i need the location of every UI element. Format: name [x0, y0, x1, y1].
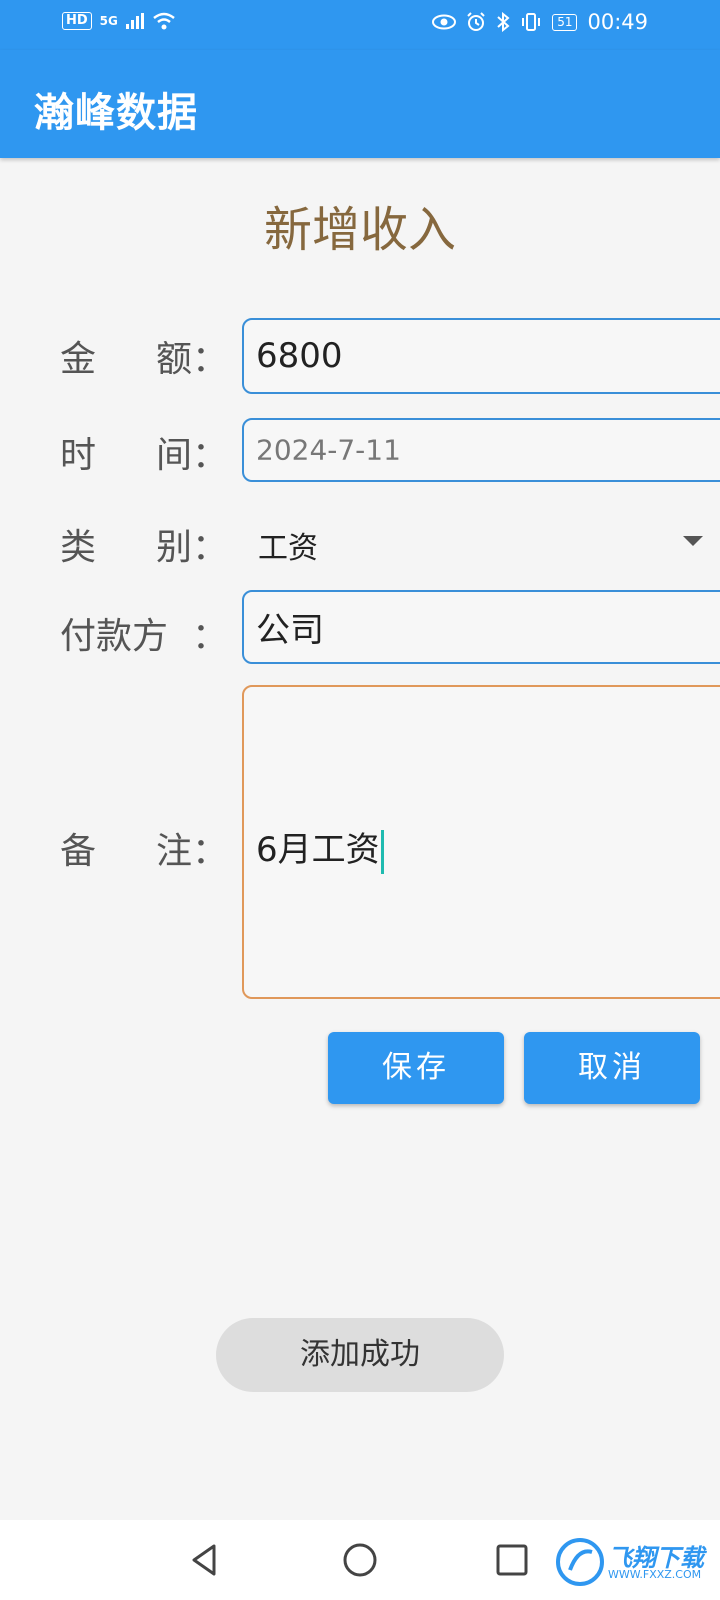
memo-value-wrap: 6月工资 [256, 822, 384, 874]
date-field[interactable]: 2024-7-11 [242, 418, 720, 482]
payer-label: 付款方 ： [60, 607, 228, 659]
app-title: 瀚峰数据 [34, 90, 198, 136]
payer-label-left: 付款方 [60, 616, 169, 657]
date-label-left: 时 [60, 435, 97, 476]
home-icon[interactable] [340, 1540, 380, 1580]
amount-field[interactable]: 6800 [242, 318, 720, 394]
amount-label: 金 额： [60, 330, 228, 382]
wifi-icon [153, 12, 175, 30]
page-title: 新增收入 [263, 202, 456, 258]
cancel-button[interactable]: 取消 [524, 1032, 700, 1104]
save-button[interactable]: 保存 [328, 1032, 504, 1104]
payer-field[interactable]: 公司 [242, 590, 720, 664]
payer-value: 公司 [256, 610, 324, 651]
back-icon[interactable] [186, 1540, 226, 1580]
signal-bars-icon [125, 13, 144, 29]
category-select[interactable]: 工资 [242, 505, 712, 575]
alarm-icon [467, 12, 485, 31]
amount-label-right: 额： [155, 339, 228, 380]
status-bar: HD 5G 51 00:49 [0, 0, 720, 50]
vibrate-icon [522, 13, 541, 31]
clock: 00:49 [587, 10, 648, 34]
bluetooth-icon [497, 12, 510, 32]
date-label: 时 间： [60, 426, 228, 478]
memo-textarea[interactable]: 6月工资 [242, 685, 720, 999]
category-label-left: 类 [60, 527, 97, 568]
text-cursor [380, 829, 384, 874]
date-label-right: 间： [155, 435, 228, 476]
amount-value: 6800 [256, 336, 343, 376]
amount-label-left: 金 [60, 339, 97, 380]
category-value: 工资 [258, 531, 318, 566]
status-right: 51 00:49 [432, 10, 648, 34]
toast-message: 添加成功 [216, 1318, 504, 1392]
category-label: 类 别： [60, 518, 228, 570]
watermark-logo-icon [556, 1538, 604, 1586]
signal-strength-icon: 5G [99, 14, 118, 28]
watermark: 飞翔下载 WWW.FXXZ.COM [556, 1538, 716, 1590]
date-value: 2024-7-11 [256, 433, 401, 467]
memo-label-left: 备 [60, 831, 97, 872]
memo-label-right: 注： [155, 831, 228, 872]
network-badge: HD [62, 12, 92, 30]
watermark-url: WWW.FXXZ.COM [608, 1568, 702, 1581]
memo-value: 6月工资 [256, 830, 380, 870]
battery-icon: 51 [552, 13, 578, 31]
app-bar: 瀚峰数据 [0, 50, 720, 158]
status-left: HD 5G [62, 12, 176, 30]
category-label-right: 别： [155, 527, 228, 568]
recents-icon[interactable] [492, 1540, 532, 1580]
chevron-down-icon [683, 536, 703, 546]
payer-label-right: ： [191, 616, 228, 657]
memo-label: 备 注： [60, 822, 228, 874]
eye-icon [432, 14, 457, 30]
